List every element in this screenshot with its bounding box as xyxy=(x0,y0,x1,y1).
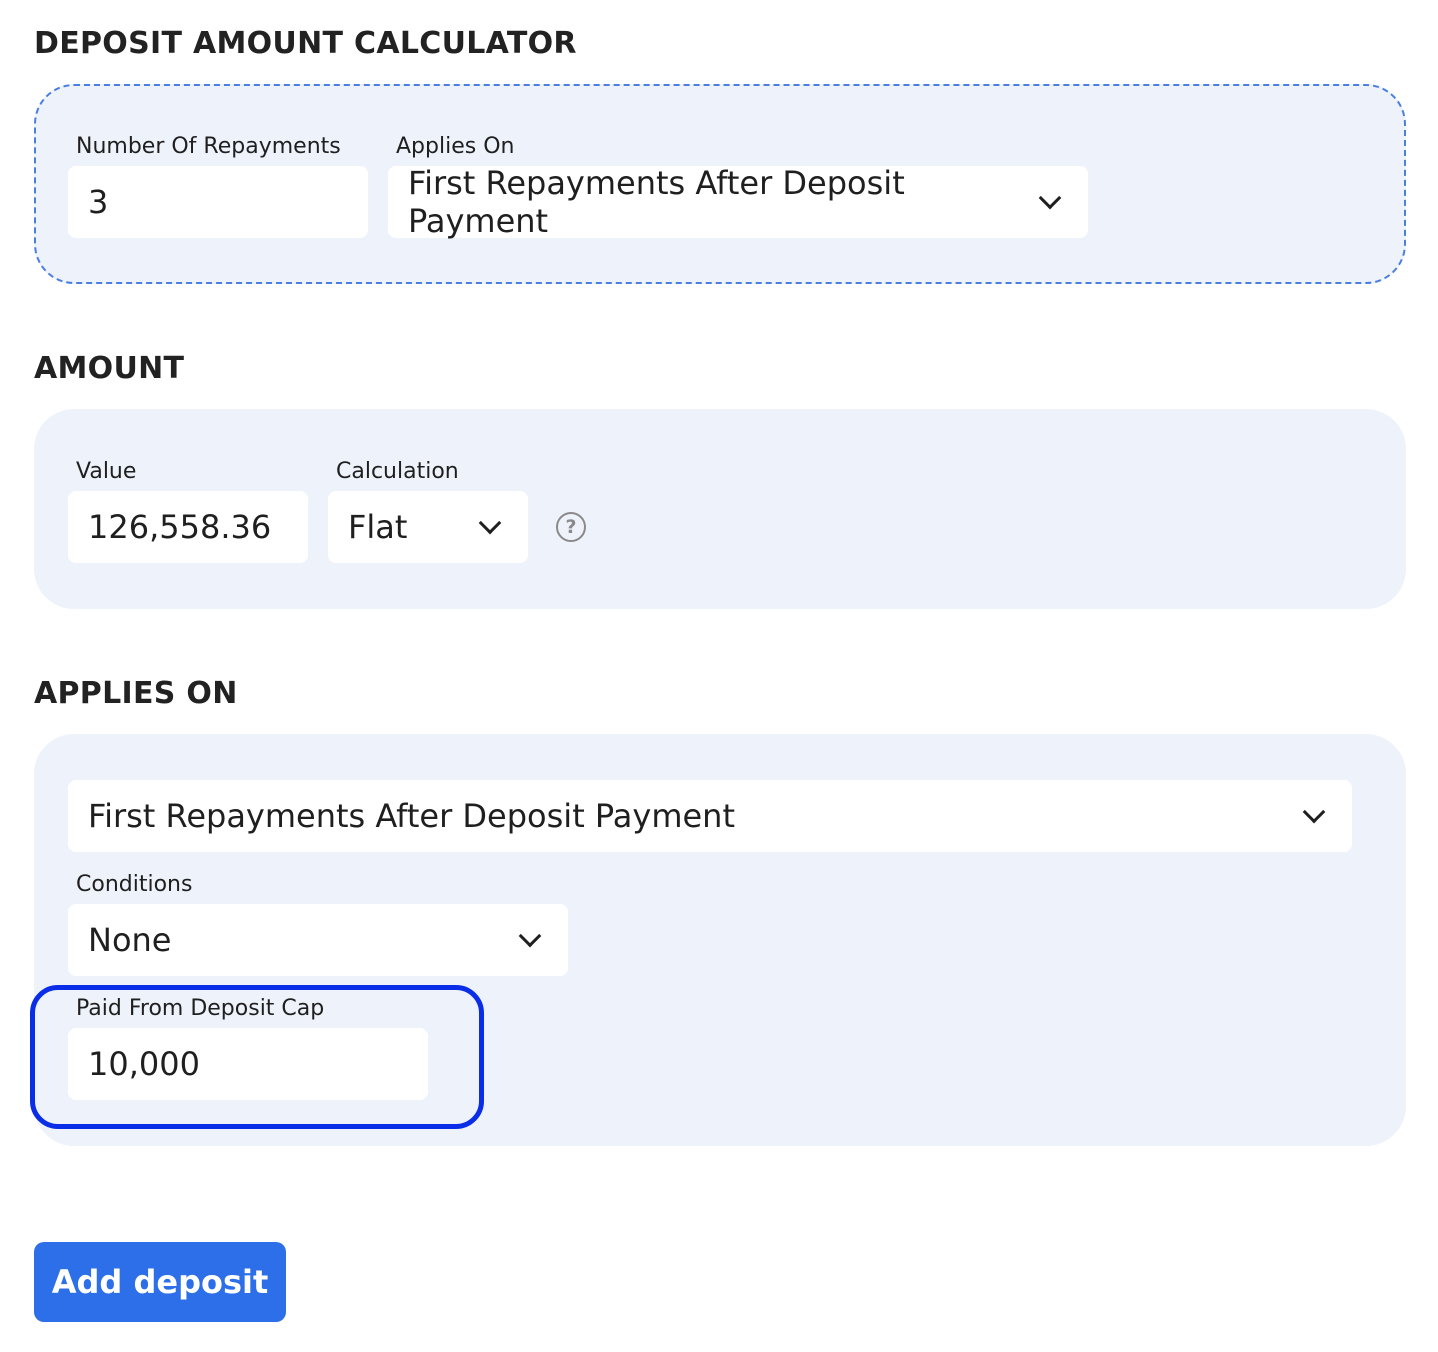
value-label: Value xyxy=(76,459,137,484)
chevron-down-icon xyxy=(1038,186,1062,210)
calculator-title: DEPOSIT AMOUNT CALCULATOR xyxy=(34,26,577,61)
conditions-label: Conditions xyxy=(76,872,193,897)
value-input[interactable]: 126,558.36 xyxy=(68,491,308,563)
value-text: 126,558.36 xyxy=(88,508,272,546)
calculation-label: Calculation xyxy=(336,459,459,484)
calculation-selected-value: Flat xyxy=(348,508,408,546)
conditions-selected-value: None xyxy=(88,921,172,959)
deposit-cap-highlight xyxy=(30,985,484,1129)
chevron-down-icon xyxy=(518,924,542,948)
applies-on-select[interactable]: First Repayments After Deposit Payment xyxy=(388,164,1088,240)
conditions-select[interactable]: None xyxy=(68,904,568,976)
chevron-down-icon xyxy=(478,511,502,535)
applies-on-selected-value: First Repayments After Deposit Payment xyxy=(408,164,905,240)
chevron-down-icon xyxy=(1302,800,1326,824)
repayments-value: 3 xyxy=(88,183,109,221)
repayments-label: Number Of Repayments xyxy=(76,134,341,159)
applies-on-type-select[interactable]: First Repayments After Deposit Payment xyxy=(68,780,1352,852)
deposit-calculator-page: DEPOSIT AMOUNT CALCULATOR Number Of Repa… xyxy=(0,0,1438,1352)
add-deposit-button[interactable]: Add deposit xyxy=(34,1242,286,1322)
amount-panel: Value 126,558.36 Calculation Flat ? xyxy=(34,409,1406,609)
help-icon[interactable]: ? xyxy=(556,512,586,542)
applies-on-title: APPLIES ON xyxy=(34,676,238,711)
repayments-input[interactable]: 3 xyxy=(68,166,368,238)
calculation-select[interactable]: Flat xyxy=(328,491,528,563)
applies-on-label: Applies On xyxy=(396,134,515,159)
calculator-panel: Number Of Repayments 3 Applies On First … xyxy=(34,84,1406,284)
amount-title: AMOUNT xyxy=(34,351,185,386)
applies-on-type-value: First Repayments After Deposit Payment xyxy=(88,797,735,835)
